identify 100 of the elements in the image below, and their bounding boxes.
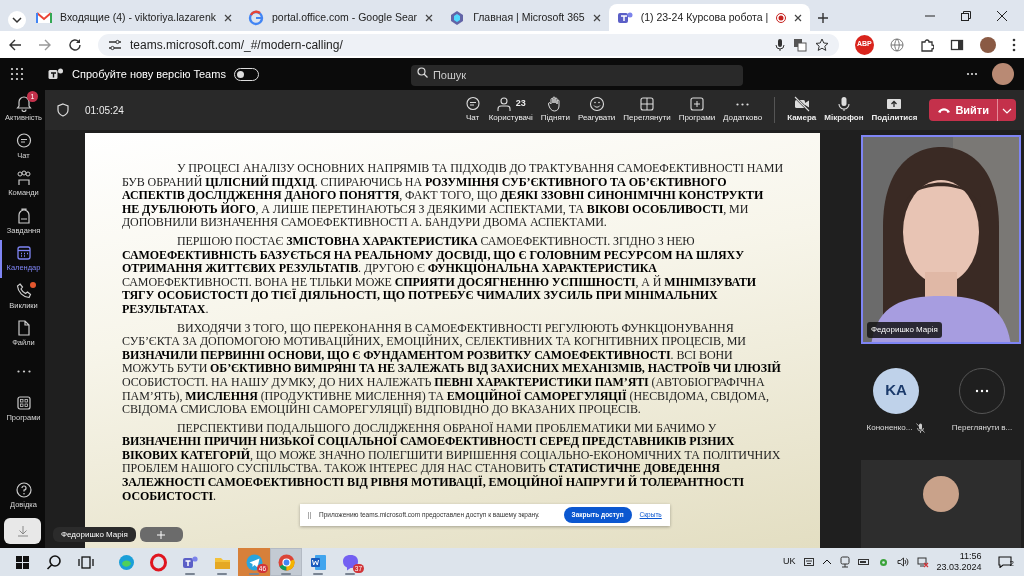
reload-icon[interactable] [68, 37, 82, 52]
close-icon[interactable] [996, 9, 1008, 22]
message-icon [997, 556, 1012, 568]
puzzle-icon[interactable] [920, 37, 934, 52]
toolbar-button[interactable]: Камера [783, 96, 821, 124]
add-button[interactable] [139, 527, 183, 542]
chat-icon [14, 131, 33, 150]
camera-off-icon [793, 96, 810, 112]
more-participants-label: Переглянути в... [951, 421, 1013, 434]
opera-icon [148, 552, 168, 572]
close-icon[interactable] [224, 13, 232, 22]
promo-text: Спробуйте нову версію Teams [72, 66, 226, 82]
battery-icon[interactable] [857, 558, 870, 566]
more-options-icon[interactable] [966, 72, 978, 76]
user-avatar[interactable] [992, 63, 1014, 85]
more-icon [975, 388, 989, 393]
toolbar-button[interactable]: Реагувати [573, 96, 620, 124]
toolbar-button[interactable]: Чат [460, 96, 485, 124]
search-field[interactable]: Пошук [410, 64, 743, 86]
participant-avatar[interactable]: KA [873, 367, 919, 414]
calendar-icon [14, 244, 33, 263]
browser-tab[interactable]: portal.office.com - Google Sear [240, 4, 442, 31]
toolbar-button[interactable]: Додатково [719, 96, 767, 124]
globe-icon[interactable] [890, 37, 904, 52]
more-icon [736, 102, 750, 106]
add-icon [688, 96, 705, 112]
more-icon [16, 369, 31, 373]
side-panel-icon[interactable] [950, 37, 964, 52]
mail-icon [36, 9, 52, 26]
people-icon [14, 169, 33, 188]
webcam-icon[interactable] [839, 556, 850, 568]
microphone-icon[interactable] [774, 37, 785, 52]
star-icon[interactable] [814, 37, 829, 52]
forward-icon[interactable] [38, 37, 52, 52]
language-indicator[interactable]: UK [783, 555, 796, 569]
download-button[interactable] [4, 518, 41, 544]
edge-icon [116, 552, 136, 572]
app-launcher-icon[interactable] [10, 67, 24, 81]
browser-tab[interactable]: Главная | Microsoft 365 [441, 4, 609, 31]
hexagon-icon [449, 9, 466, 26]
chrome-icon [276, 552, 296, 572]
network-icon[interactable] [916, 556, 929, 568]
toolbar-button[interactable]: 23 Користувачі [484, 96, 537, 124]
apps-icon [14, 394, 33, 413]
shield-icon [57, 103, 69, 117]
translate-icon[interactable] [792, 37, 807, 52]
user-avatar [923, 475, 959, 512]
bell-icon [14, 94, 33, 113]
dropdown-button[interactable] [997, 99, 1016, 121]
restore-icon[interactable] [960, 9, 972, 22]
presenter-name: Федоришко Марія [53, 527, 136, 542]
hang-up-icon [937, 106, 952, 114]
close-icon[interactable] [425, 13, 434, 22]
recording-icon [776, 12, 787, 23]
grid-icon [638, 96, 655, 112]
browser-tab[interactable]: (1) 23-24 Курсова робота | [608, 4, 811, 31]
close-icon[interactable] [592, 13, 601, 22]
participant-name: Кононенко... [866, 421, 913, 434]
tab-search-icon[interactable] [6, 9, 28, 31]
slide-paragraph: У ПРОЦЕСІ АНАЛІЗУ ОСНОВНИХ НАПРЯМІВ ТА ПІДХОДІВ ДО ТРАКТУВАННЯ САМОЕФЕКТИВНОСТІ НАМИ БУВ ОБРАНИЙ ЦІЛІСНИЙ ПІДХІД. СПИРАЮЧИСЬ НА РОЗУМІННЯ СУБ’ЄКТИВНОГО ТА ОБ’ЄКТИВНОГО АСПЕКТІВ ДОСЛІДЖЕННЯ ДАНОГО ПОНЯТТЯ, ФАКТ ТОГО, ЩО ДЕЯКІ ЗЗОВНІ СИНОНІМІЧНІ КОНСТРУКТИ НЕ ДУБЛЮЮТЬ ЙОГО, А ЛИШЕ ПЕРЕТИНАЮТЬСЯ З ДЕЯКИМИ АСПЕКТАМИ, ТА ВІКОВІ ОСОБЛИВОСТІ, МИ ДОПОВНИЛИ ВИЗНАЧЕННЯ САМОЕФЕКТИВНОСТІ А. БАНДУРИ ДВОМА АСПЕКТАМИ. [122, 162, 783, 230]
phone-icon [14, 281, 33, 300]
address-bar[interactable]: teams.microsoft.com/_#/modern-calling/ [98, 33, 839, 56]
slide-paragraph: ВИХОДЯЧИ З ТОГО, ЩО ПЕРЕКОНАННЯ В САМОЕФЕКТИВНОСТІ РЕГУЛЮЮТЬ ФУНКЦІОНУВАННЯ СУБ’ЄКТА ЗА ДОПОМОГОЮ МОТИВАЦІЙНИХ, ЕМОЦІЙНИХ, СЕЛЕКТИВНИХ ТА КОГНІТИВНИХ ПРОЦЕСІВ, МИ ВИЗНАЧИЛИ ПЕРВИННІ ОСНОВИ, ЩО Є ФУНДАМЕНТОМ РОЗВИТКУ САМОЕФЕКТИВНОСТІ. ВСІ ВОНИ МОЖУТЬ БУТИ ОБ’ЄКТИВНО ВИМІРЯНІ ТА НЕ ЗАЛЕЖАТЬ ВІД ЗАХИСНИХ МЕХАНІЗМІВ, НАСТРОЇВ ЧИ ІЛЮЗІЙ ОСОБИСТОСТІ. НА НАШУ ДУМКУ, ДО НИХ НАЛЕЖАТЬ ПЕВНІ ХАРАКТЕРИСТИКИ ПАМ’ЯТІ (АВТОБІОГРАФІЧНА ПАМ’ЯТЬ), МИСЛЕННЯ (ПРОДУКТИВНЕ МИСЛЕННЯ) ТА ЕМОЦІЙНОЇ САМОРЕГУЛЯЦІЇ (НЕСВІДОМА, СВІДОМА, СВІДОМА СМИСЛОВА ЕМОЦІЙНІ САМОРЕГУЛЯЦІЇ) ВІДПОВІДНО ДО ВКАЗАНИХ ПРОЦЕСІВ. [122, 321, 782, 417]
leave-button[interactable]: Вийти [929, 99, 997, 121]
alert-dot [30, 281, 36, 288]
drag-handle-icon[interactable] [308, 511, 311, 519]
caret-icon [1002, 107, 1012, 114]
clock[interactable]: 11:56 23.03.2024 [936, 551, 982, 573]
microphone-icon [835, 96, 852, 112]
profile-avatar[interactable] [980, 36, 996, 53]
notifications-button[interactable]: 2 [997, 556, 1014, 568]
search-icon [44, 552, 64, 572]
search-icon [416, 67, 428, 78]
close-icon[interactable] [794, 13, 803, 22]
help-icon [14, 480, 33, 499]
toolbar-button[interactable]: Підняти [536, 96, 574, 124]
teams-icon [48, 67, 64, 81]
browser-tab[interactable]: Входящие (4) - viktoriya.lazarenk [28, 4, 240, 31]
slide-paragraph: ПЕРСПЕКТИВИ ПОДАЛЬШОГО ДОСЛІДЖЕННЯ ОБРАНОЇ НАМИ ПРОБЛЕМАТИКИ МИ БАЧИМО У ВИЗНАЧЕННІ ПРИЧИН НИЗЬКОЇ СОЦІАЛЬНОЇ САМОЕФЕКТИВНОСТІ СЕРЕД ПРЕДСТАВНИКІВ РІЗНИХ ВІКОВИХ КАТЕГОРІЙ, ЩО МОЖЕ ЗНАЧНО ПОЛЕГШИТИ ВИРІШЕННЯ СОЦІАЛЬНО-ЕКОНОМІЧНИХ ТА ПОЛІТИЧНИХ ПРОБЛЕМ НАШОГО СУСПІЛЬСТВА. ТАКОЖ ІНТЕРЕС ДЛЯ НАС СТАНОВИТЬ СТАТИСТИЧНЕ ДОВЕДЕННЯ ЗАЛЕЖНОСТІ САМОЕФЕКТИВНОСТІ ВІД РІВНЯ МОТИВАЦІЇ, ЕМОЦІЙНОЇ НАПРУГИ Й ТОЛЕРАНТНОСТІ ОСОБИСТОСТІ. [122, 421, 782, 504]
toolbar-button[interactable]: Мікрофон [820, 96, 868, 124]
toolbar-button[interactable]: Програми [674, 96, 720, 124]
speaker-icon[interactable] [896, 557, 909, 567]
chat-bubble-icon [340, 552, 360, 572]
keyboard-icon[interactable] [803, 558, 814, 566]
people-icon [495, 96, 512, 112]
participant-count: 23 [515, 97, 526, 111]
site-settings-icon[interactable] [108, 38, 122, 51]
chevron-up-icon[interactable] [821, 559, 832, 565]
toolbar-button[interactable]: Поділитися [867, 96, 922, 124]
toolbar-button[interactable]: Переглянути [619, 96, 675, 124]
meeting-timer: 01:05:24 [85, 103, 124, 118]
share-screen-icon [886, 96, 903, 112]
download-icon [16, 525, 29, 537]
paper-plane-icon [244, 552, 264, 572]
smiley-icon [588, 96, 605, 112]
document-icon [308, 552, 328, 572]
plus-icon [157, 530, 166, 539]
back-icon[interactable] [8, 37, 22, 52]
menu-icon[interactable] [1012, 37, 1016, 52]
slide-paragraph: ПЕРШОЮ ПОСТАЄ ЗМІСТОВНА ХАРАКТЕРИСТИКА САМОЕФЕКТИВНОСТІ. ЗГІДНО З НЕЮ САМОЕФЕКТИВНІСТЬ БАЗУЄТЬСЯ НА РЕАЛЬНОМУ ДОСВІДІ, ЩО Є ГОЛОВНИМ РЕСУРСОМ НА ШЛЯХУ ОТРИМАННЯ ЖИТТЄВИХ РЕЗУЛЬТАТІВ. ДРУГОЮ Є ФУНКЦІОНАЛЬНА ХАРАКТЕРИСТИКА САМОЕФЕКТИВНОСТІ. ВОНА НЕ ТІЛЬКИ МОЖЕ СПРИЯТИ ДОСЯГНЕННЮ УСПІШНОСТІ, А Й МІНІМІЗУВАТИ ТЯГУ ОСОБИСТОСТІ ДО ТІЄЇ ДІЯЛЬНОСТІ, ЩО ПОТРЕБУЄ ЧИМАЛИХ ЗУСИЛЬ ПРИ МІНІМАЛЬНИХ РЕЗУЛЬТАТАХ. [122, 234, 758, 317]
